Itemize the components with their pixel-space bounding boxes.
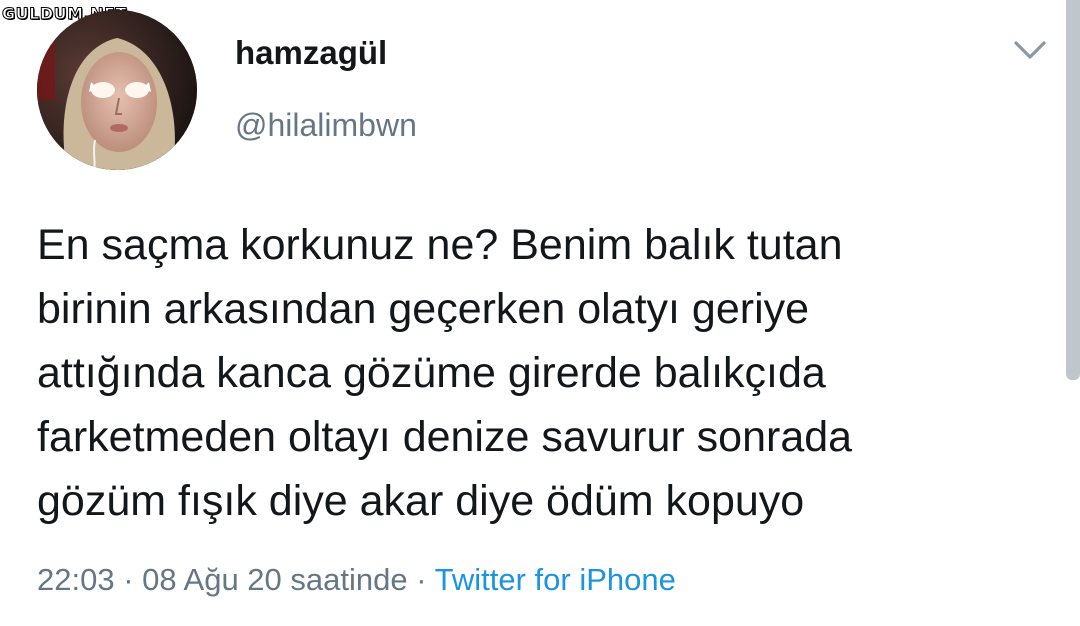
avatar[interactable] — [37, 10, 197, 170]
tweet-date[interactable]: 08 Ağu 20 saatinde — [142, 562, 407, 597]
tweet-metadata: 22:03 · 08 Ağu 20 saatinde · Twitter for… — [37, 562, 676, 598]
author-display-name[interactable]: hamzagül — [235, 34, 387, 72]
tweet-text-line: En saçma korkunuz ne? Benim balık tutan — [37, 221, 843, 269]
chevron-down-icon — [1014, 41, 1046, 59]
tweet-source-link[interactable]: Twitter for iPhone — [435, 562, 676, 597]
tweet-text-line: attığında kanca gözüme girerde balıkçıda — [37, 349, 826, 397]
tweet-text-line: gözüm fışık diye akar diye ödüm kopuyo — [37, 477, 805, 525]
profile-photo-icon — [37, 10, 197, 170]
meta-separator: · — [123, 562, 134, 597]
author-handle[interactable]: @hilalimbwn — [235, 107, 417, 144]
tweet-time[interactable]: 22:03 — [37, 562, 115, 597]
tweet-menu-button[interactable] — [1012, 38, 1048, 62]
meta-separator: · — [416, 562, 427, 597]
tweet-text-line: birinin arkasından geçerken olatyı geriy… — [37, 285, 810, 333]
tweet-text-line: farketmeden oltayı denize savurur sonrad… — [37, 413, 853, 461]
scrollbar[interactable] — [1066, 0, 1080, 380]
tweet-text: En saçma korkunuz ne? Benim balık tutan … — [37, 213, 1047, 533]
